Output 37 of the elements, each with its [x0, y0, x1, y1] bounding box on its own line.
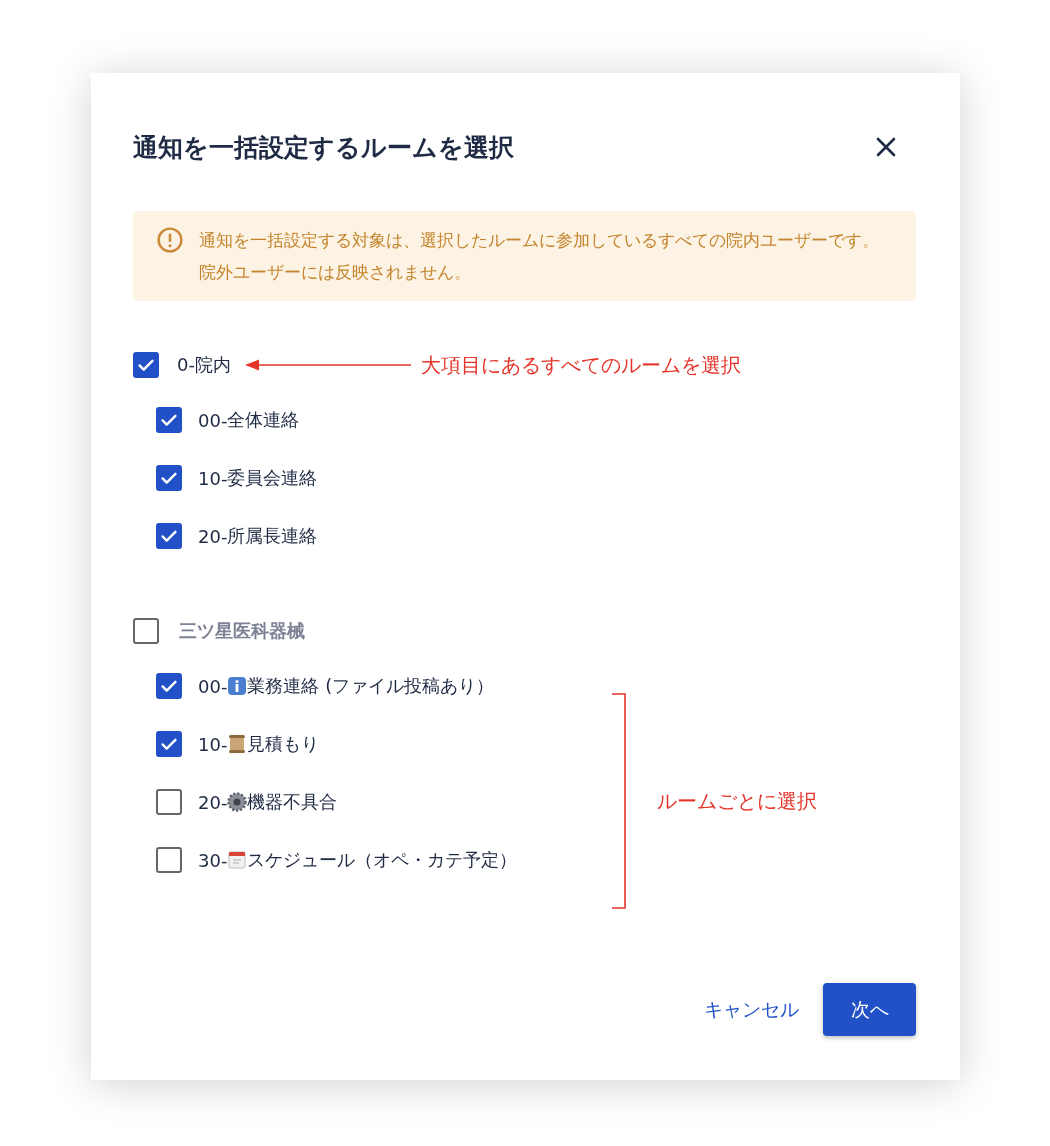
room-prefix: 10- [198, 467, 228, 489]
annotation-text: 大項目にあるすべてのルームを選択 [420, 351, 741, 379]
room-name: 業務連絡 (ファイル投稿あり） [247, 674, 495, 698]
room-prefix: 20- [198, 791, 228, 813]
group-label: 0-院内 [177, 353, 231, 377]
next-button[interactable]: 次へ [823, 983, 916, 1036]
room-name: 所属長連絡 [227, 524, 318, 548]
room-prefix: 20- [198, 525, 228, 547]
checkbox[interactable] [156, 465, 182, 491]
room-name: 委員会連絡 [227, 466, 318, 490]
group-label: 三ツ星医科器械 [179, 619, 305, 643]
checkbox[interactable] [156, 731, 182, 757]
checkbox[interactable] [156, 847, 182, 873]
room-prefix: 00- [198, 409, 228, 431]
checkbox[interactable] [156, 789, 182, 815]
checkbox[interactable] [156, 523, 182, 549]
cancel-button[interactable]: キャンセル [704, 992, 799, 1027]
checkbox[interactable] [156, 407, 182, 433]
room-prefix: 30- [198, 849, 228, 871]
gear-icon [227, 792, 248, 812]
checkbox[interactable] [133, 352, 159, 378]
scroll-icon [227, 734, 248, 754]
annotation-text: ルームごとに選択 [657, 787, 817, 815]
room-name: 全体連絡 [227, 408, 300, 432]
notice-text: 通知を一括設定する対象は、選択したルームに参加しているすべての院内ユーザーです。院外ユーザーには反映されません。 [199, 229, 879, 284]
calendar-icon [227, 850, 248, 870]
room-prefix: 00- [198, 675, 228, 697]
checkbox[interactable] [156, 673, 182, 699]
close-icon[interactable] [874, 135, 898, 159]
room-name: スケジュール（オペ・カテ予定） [247, 848, 518, 872]
dialog-title: 通知を一括設定するルームを選択 [133, 131, 514, 164]
warning-icon [157, 227, 183, 253]
info-icon [227, 676, 248, 696]
room-name: 機器不具合 [247, 790, 338, 814]
room-name: 見積もり [247, 732, 320, 756]
room-prefix: 10- [198, 733, 228, 755]
checkbox[interactable] [133, 618, 159, 644]
